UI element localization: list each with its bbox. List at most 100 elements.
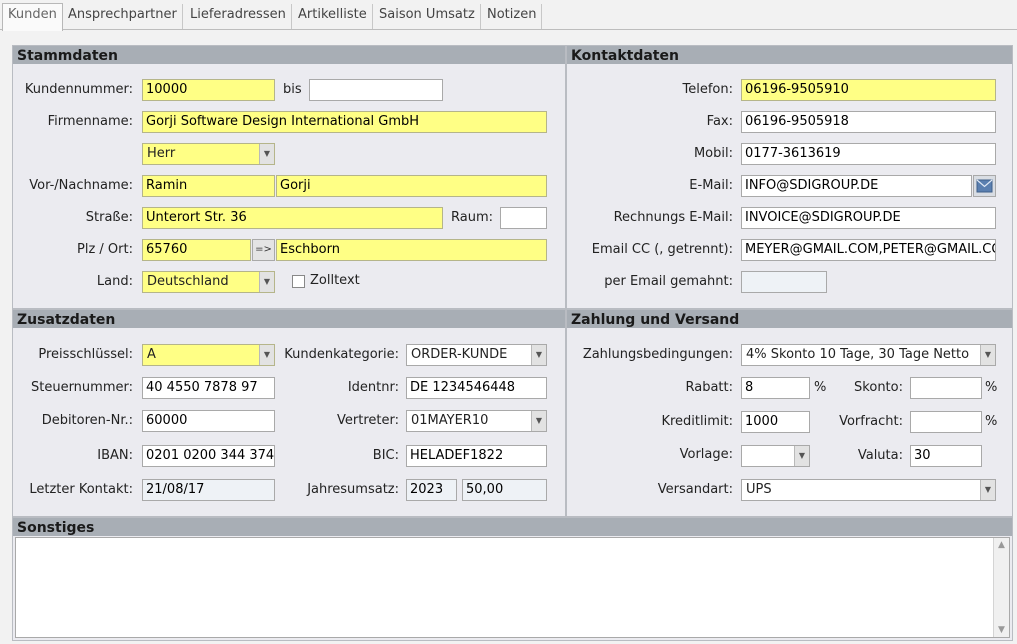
kundenkategorie-value: ORDER-KUNDE — [411, 347, 508, 362]
kundennummer-label: Kundennummer: — [24, 82, 133, 97]
telefon-field[interactable]: 06196-9505910 — [741, 79, 996, 101]
preisschluessel-label: Preisschlüssel: — [38, 347, 133, 362]
fax-label: Fax: — [706, 114, 733, 129]
skonto-label: Skonto: — [854, 380, 903, 395]
mobil-field[interactable]: 0177-3613619 — [741, 143, 996, 165]
zahlungsbedingungen-value: 4% Skonto 10 Tage, 30 Tage Netto — [746, 347, 970, 362]
kontaktdaten-header: Kontaktdaten — [567, 46, 1012, 64]
land-value: Deutschland — [147, 274, 229, 289]
chevron-down-icon[interactable]: ▼ — [980, 480, 995, 500]
rechnung-email-field[interactable]: INVOICE@SDIGROUP.DE — [741, 207, 996, 229]
ort-field[interactable]: Eschborn — [276, 239, 547, 261]
kontaktdaten-title: Kontaktdaten — [571, 48, 679, 64]
gemahnt-label: per Email gemahnt: — [604, 274, 733, 289]
jahresumsatz-jahr-field[interactable]: 2023 — [406, 479, 457, 501]
tab-artikelliste[interactable]: Artikelliste — [293, 4, 373, 29]
raum-field[interactable] — [500, 207, 547, 229]
strasse-field[interactable]: Unterort Str. 36 — [142, 207, 443, 229]
skonto-percent: % — [985, 380, 998, 395]
fax-field[interactable]: 06196-9505918 — [741, 111, 996, 133]
bis-field[interactable] — [309, 79, 443, 101]
skonto-field[interactable] — [910, 377, 982, 399]
plz-lookup-button[interactable]: => — [252, 239, 275, 261]
vorlage-select[interactable]: ▼ — [741, 445, 810, 467]
plz-field[interactable]: 65760 — [142, 239, 251, 261]
anrede-select[interactable]: Herr ▼ — [142, 143, 275, 165]
strasse-label: Straße: — [85, 210, 133, 225]
tab-ansprechpartner[interactable]: Ansprechpartner — [63, 4, 183, 29]
versandart-value: UPS — [746, 482, 772, 497]
stammdaten-title: Stammdaten — [17, 48, 119, 64]
vertreter-select[interactable]: 01MAYER10 ▼ — [406, 410, 547, 432]
steuernummer-label: Steuernummer: — [30, 380, 133, 395]
preisschluessel-value: A — [147, 347, 156, 362]
land-select[interactable]: Deutschland ▼ — [142, 271, 275, 293]
iban-label: IBAN: — [97, 448, 133, 463]
chevron-down-icon[interactable]: ▼ — [980, 345, 995, 365]
email-field[interactable]: INFO@SDIGROUP.DE — [741, 175, 972, 197]
kundenkategorie-select[interactable]: ORDER-KUNDE ▼ — [406, 344, 547, 366]
debitoren-field[interactable]: 60000 — [142, 410, 275, 432]
kreditlimit-label: Kreditlimit: — [661, 414, 733, 429]
preisschluessel-select[interactable]: A ▼ — [142, 344, 275, 366]
scroll-up-icon[interactable]: ▲ — [994, 540, 1009, 550]
plz-ort-label: Plz / Ort: — [77, 242, 133, 257]
anrede-value: Herr — [147, 146, 176, 161]
tab-bar: Kunden Ansprechpartner Lieferadressen Ar… — [0, 0, 1017, 31]
bic-field[interactable]: HELADEF1822 — [406, 445, 547, 467]
chevron-down-icon[interactable]: ▼ — [259, 272, 274, 292]
chevron-down-icon[interactable]: ▼ — [794, 446, 809, 466]
tab-lieferadressen[interactable]: Lieferadressen — [185, 4, 292, 29]
tab-kunden[interactable]: Kunden — [2, 3, 63, 31]
zahlung-header: Zahlung und Versand — [567, 310, 1012, 328]
scroll-down-icon[interactable]: ▼ — [994, 625, 1009, 635]
raum-label: Raum: — [451, 210, 493, 225]
land-label: Land: — [96, 274, 133, 289]
rechnung-email-label: Rechnungs E-Mail: — [613, 210, 733, 225]
zolltext-label: Zolltext — [310, 273, 360, 288]
tab-saison-umsatz[interactable]: Saison Umsatz — [374, 4, 481, 29]
chevron-down-icon[interactable]: ▼ — [259, 144, 274, 164]
vertreter-value: 01MAYER10 — [411, 413, 489, 428]
name-label: Vor-/Nachname: — [29, 178, 133, 193]
zusatzdaten-panel: Zusatzdaten Preisschlüssel: A ▼ Kundenka… — [12, 309, 566, 517]
email-label: E-Mail: — [689, 178, 733, 193]
rabatt-field[interactable]: 8 — [741, 377, 810, 399]
rabatt-percent: % — [814, 380, 827, 395]
sonstiges-textarea[interactable]: ▲ ▼ — [15, 537, 1010, 638]
kreditlimit-field[interactable]: 1000 — [741, 411, 810, 433]
zahlung-panel: Zahlung und Versand Zahlungsbedingungen:… — [566, 309, 1013, 517]
email-cc-field[interactable]: MEYER@GMAIL.COM,PETER@GMAIL.CO — [741, 239, 996, 261]
versandart-label: Versandart: — [657, 482, 733, 497]
steuernummer-field[interactable]: 40 4550 7878 97 — [142, 377, 275, 399]
chevron-down-icon[interactable]: ▼ — [531, 411, 546, 431]
vorfracht-field[interactable] — [910, 411, 982, 433]
gemahnt-field[interactable] — [741, 271, 827, 293]
bic-label: BIC: — [372, 448, 399, 463]
chevron-down-icon[interactable]: ▼ — [531, 345, 546, 365]
valuta-field[interactable]: 30 — [910, 445, 982, 467]
tab-notizen[interactable]: Notizen — [482, 4, 543, 29]
jahresumsatz-label: Jahresumsatz: — [307, 482, 399, 497]
vertreter-label: Vertreter: — [337, 413, 399, 428]
vertical-scrollbar[interactable]: ▲ ▼ — [993, 538, 1009, 637]
sonstiges-text — [16, 538, 1009, 544]
letzter-kontakt-field[interactable]: 21/08/17 — [142, 479, 275, 501]
sonstiges-header: Sonstiges — [13, 518, 1012, 536]
zahlungsbedingungen-select[interactable]: 4% Skonto 10 Tage, 30 Tage Netto ▼ — [741, 344, 996, 366]
iban-field[interactable]: 0201 0200 344 374 — [142, 445, 275, 467]
vorname-field[interactable]: Ramin — [142, 175, 275, 197]
rabatt-label: Rabatt: — [685, 380, 733, 395]
firmenname-field[interactable]: Gorji Software Design International GmbH — [142, 111, 547, 133]
kundennummer-field[interactable]: 10000 — [142, 79, 275, 101]
zahlung-title: Zahlung und Versand — [571, 312, 740, 328]
versandart-select[interactable]: UPS ▼ — [741, 479, 996, 501]
jahresumsatz-wert-field[interactable]: 50,00 — [462, 479, 547, 501]
telefon-label: Telefon: — [682, 82, 734, 97]
send-email-button[interactable] — [973, 175, 996, 197]
identnr-field[interactable]: DE 1234546448 — [406, 377, 547, 399]
nachname-field[interactable]: Gorji — [276, 175, 547, 197]
chevron-down-icon[interactable]: ▼ — [259, 345, 274, 365]
mobil-label: Mobil: — [693, 146, 733, 161]
zolltext-checkbox[interactable] — [292, 275, 305, 288]
